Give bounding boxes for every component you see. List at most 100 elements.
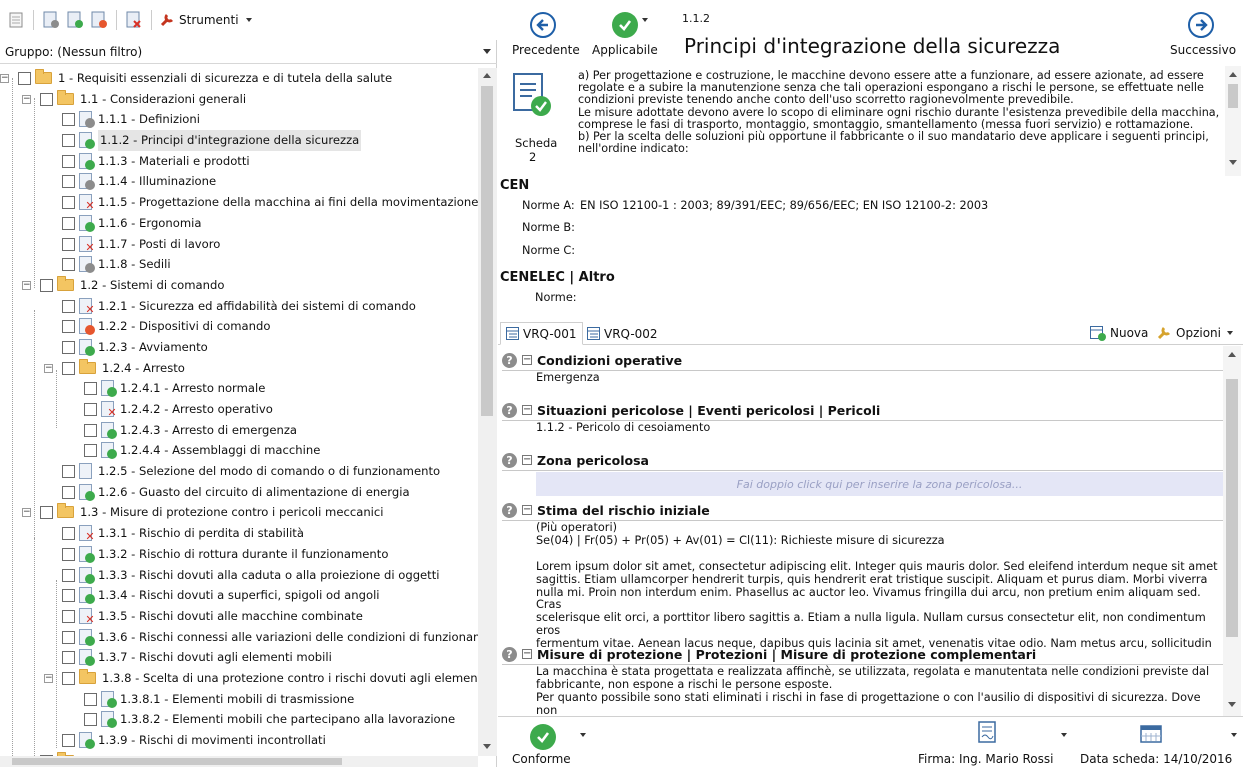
tree-checkbox[interactable] [84, 444, 97, 458]
tree-checkbox[interactable] [62, 547, 75, 561]
tree-item[interactable]: 1.2.6 - Guasto del circuito di alimentaz… [0, 482, 478, 503]
tree-item[interactable]: ✕ 1.3.5 - Rischi dovuti alle macchine com… [0, 606, 478, 627]
tree-item[interactable]: 1.2.2 - Dispositivi di comando [0, 316, 478, 337]
tree-horizontal-scrollbar[interactable] [0, 756, 478, 767]
collapse-icon[interactable]: − [22, 280, 31, 290]
tree-item[interactable]: ✕ 1.1.7 - Posti di lavoro [0, 234, 478, 255]
chevron-down-icon[interactable] [1061, 733, 1067, 737]
document-cross-icon[interactable] [124, 9, 144, 31]
section-body[interactable]: La macchina è stata progettata e realizz… [536, 665, 1221, 716]
tree-checkbox[interactable] [84, 403, 97, 416]
tree-item[interactable]: 1.3.6 - Rischi connessi alle variazioni … [0, 627, 478, 648]
tree-item[interactable]: 1.2.5 - Selezione del modo di comando o … [0, 461, 478, 482]
tree-item[interactable]: ✕ 1.2.4.2 - Arresto operativo [0, 399, 478, 420]
collapse-icon[interactable]: − [522, 649, 532, 659]
scrollbar-thumb[interactable] [481, 86, 493, 416]
tree-item[interactable]: − 1.3.8 - Scelta di una protezione contro… [0, 668, 478, 689]
tree-item[interactable]: ✕ 1.1.5 - Progettazione della macchina ai… [0, 192, 478, 213]
tree-item[interactable]: 1.2.3 - Avviamento [0, 337, 478, 358]
tree-item[interactable]: 1.1.1 - Definizioni [0, 109, 478, 130]
tree-checkbox[interactable] [62, 154, 75, 168]
tree-checkbox[interactable] [62, 258, 75, 272]
tree-checkbox[interactable] [62, 630, 75, 644]
tree-checkbox[interactable] [62, 609, 75, 623]
tree-checkbox[interactable] [18, 72, 31, 85]
tab-vrq-002[interactable]: VRQ-002 [582, 322, 663, 345]
tree-item[interactable]: − 1.2.4 - Arresto [0, 358, 478, 379]
tree-checkbox[interactable] [62, 237, 75, 251]
tree-item[interactable]: 1.3.2 - Rischio di rottura durante il fu… [0, 544, 478, 565]
tree-checkbox[interactable] [84, 713, 97, 727]
collapse-icon[interactable]: − [22, 508, 31, 518]
tree-checkbox[interactable] [40, 92, 53, 106]
collapse-icon[interactable]: − [522, 405, 532, 415]
tree-item[interactable]: 1.1.8 - Sedili [0, 254, 478, 275]
tree-item[interactable]: 1.1.4 - Illuminazione [0, 171, 478, 192]
new-document-icon[interactable] [6, 9, 26, 31]
collapse-icon[interactable]: − [0, 74, 9, 83]
chevron-down-icon[interactable] [580, 733, 586, 737]
tree-item[interactable]: 1.3.9 - Rischi di movimenti incontrollat… [0, 730, 478, 751]
section-body[interactable]: 1.1.2 - Pericolo di cesoiamento [536, 421, 1221, 435]
tree-item[interactable]: 1.3.3 - Rischi dovuti alla caduta o alla… [0, 565, 478, 586]
tree-checkbox[interactable] [62, 216, 75, 230]
tab-vrq-001[interactable]: VRQ-001 [500, 322, 583, 345]
collapse-icon[interactable]: − [522, 505, 532, 515]
help-icon[interactable]: ? [502, 352, 517, 368]
section-body[interactable]: (Più operatori) Se(04) | Fr(05) + Pr(05) … [536, 521, 1221, 651]
tree-item[interactable]: 1.1.3 - Materiali e prodotti [0, 151, 478, 172]
help-icon[interactable]: ? [502, 502, 517, 518]
tree-checkbox[interactable] [62, 485, 75, 499]
tree-checkbox[interactable] [62, 651, 75, 665]
help-icon[interactable]: ? [502, 646, 517, 662]
tree-checkbox[interactable] [62, 465, 75, 479]
help-icon[interactable]: ? [502, 402, 517, 418]
signature-button[interactable]: Firma: Ing. Mario Rossi [918, 721, 1068, 767]
tree-checkbox[interactable] [62, 175, 75, 189]
tree-item[interactable]: 1.2.4.3 - Arresto di emergenza [0, 420, 478, 441]
collapse-icon[interactable]: − [22, 94, 31, 104]
tree-item[interactable]: − 1.2 - Sistemi di comando [0, 275, 478, 296]
next-button[interactable]: Successivo [1168, 6, 1240, 60]
chevron-down-icon[interactable] [1231, 733, 1237, 737]
document-unknown-icon[interactable] [41, 9, 61, 31]
tree-checkbox[interactable] [84, 423, 97, 437]
tree-checkbox[interactable] [62, 196, 75, 210]
tree-checkbox[interactable] [62, 113, 75, 127]
tree-item[interactable]: 1.3.7 - Rischi dovuti agli elementi mobi… [0, 647, 478, 668]
tree-item[interactable]: − 1.3 - Misure di protezione contro i per… [0, 502, 478, 523]
help-icon[interactable]: ? [502, 452, 517, 468]
tree-item[interactable]: ✕ 1.3.1 - Rischio di perdita di stabilità [0, 523, 478, 544]
tree-checkbox[interactable] [62, 671, 75, 685]
collapse-icon[interactable]: − [522, 455, 532, 465]
tree-checkbox[interactable] [62, 568, 75, 582]
tree-checkbox[interactable] [62, 134, 75, 148]
tools-menu-button[interactable]: Strumenti [159, 12, 252, 28]
document-check-icon[interactable] [65, 9, 85, 31]
scroll-down-icon[interactable] [483, 744, 491, 749]
tree-item[interactable]: 1.2.4.4 - Assemblaggi di macchine [0, 440, 478, 461]
tree-item[interactable]: 1.3.8.2 - Elementi mobili che partecipan… [0, 709, 478, 730]
tree-checkbox[interactable] [84, 692, 97, 706]
group-filter-select[interactable]: Gruppo: (Nessun filtro) [0, 40, 497, 64]
tree-item[interactable]: − 1.1 - Considerazioni generali [0, 89, 478, 110]
chevron-down-icon[interactable] [642, 18, 648, 22]
scroll-down-icon[interactable] [1228, 702, 1236, 707]
tree-checkbox[interactable] [62, 299, 75, 313]
zona-placeholder[interactable]: Fai doppio click qui per inserire la zon… [536, 472, 1223, 496]
tree-item[interactable]: 1.1.6 - Ergonomia [0, 213, 478, 234]
collapse-icon[interactable]: − [522, 355, 532, 365]
scroll-down-icon[interactable] [1229, 160, 1237, 165]
conforme-button[interactable]: Conforme [508, 721, 588, 767]
tree-item[interactable]: − 1 - Requisiti essenziali di sicurezza e… [0, 68, 478, 89]
collapse-icon[interactable]: − [44, 363, 53, 373]
scroll-up-icon[interactable] [1229, 72, 1237, 77]
tree-vertical-scrollbar[interactable] [478, 68, 497, 756]
tree-checkbox[interactable] [40, 506, 53, 520]
scroll-up-icon[interactable] [483, 73, 491, 78]
tree-checkbox[interactable] [40, 278, 53, 292]
date-button[interactable]: Data scheda: 14/10/2016 [1076, 721, 1237, 767]
tree-checkbox[interactable] [62, 527, 75, 541]
tree-checkbox[interactable] [62, 340, 75, 354]
tree-item[interactable]: 1.2.4.1 - Arresto normale [0, 378, 478, 399]
